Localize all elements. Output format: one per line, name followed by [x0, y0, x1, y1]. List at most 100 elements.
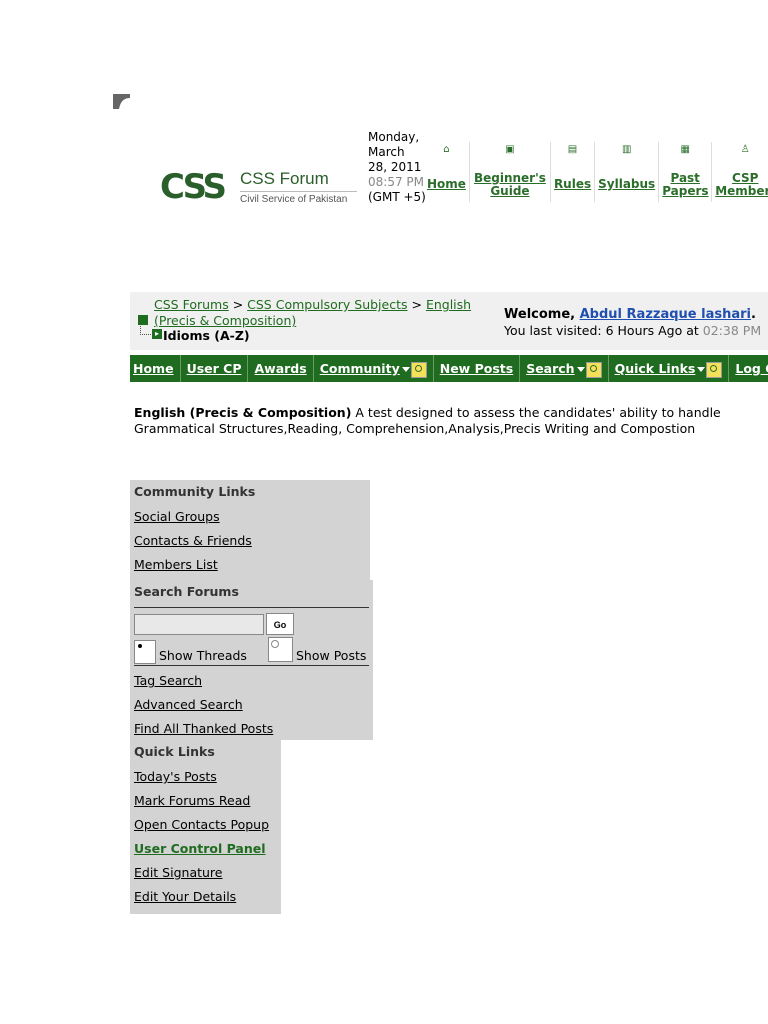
menu-item-todays-posts[interactable]: Today's Posts [130, 764, 281, 788]
breadcrumb-compulsory-link[interactable]: CSS Compulsory Subjects [247, 297, 407, 312]
topnav-beginners-guide-label[interactable]: Beginner's Guide [473, 172, 547, 198]
menu-item-label[interactable]: Edit Signature [134, 865, 222, 880]
menu-item-label[interactable]: Contacts & Friends [134, 533, 252, 548]
menu-item-label[interactable]: Mark Forums Read [134, 793, 250, 808]
menu-item-open-contacts-popup[interactable]: Open Contacts Popup [130, 812, 281, 836]
nav-search[interactable]: Search [520, 355, 609, 382]
nav-community[interactable]: Community [314, 355, 434, 382]
quick-links-menu: Quick Links Today's Posts Mark Forums Re… [130, 740, 281, 914]
tree-connector-icon [140, 326, 151, 335]
forum-name: English (Precis & Composition) [134, 405, 352, 420]
search-forums-heading: Search Forums [134, 584, 239, 599]
divider [134, 607, 369, 608]
current-date: Monday, March 28, 2011 08:57 PM (GMT +5) [368, 130, 426, 205]
welcome-suffix: . [751, 307, 756, 322]
thread-title: Idioms (A-Z) [163, 328, 250, 343]
menu-item-label[interactable]: User Control Panel [134, 841, 266, 856]
topnav-past-papers[interactable]: ▦ Past Papers [659, 142, 713, 202]
top-nav: ⌂ Home ▣ Beginner's Guide ▤ Rules ▥ Syll… [424, 142, 768, 202]
show-threads-label[interactable]: Show Threads [159, 648, 247, 663]
menu-item-label[interactable]: Edit Your Details [134, 889, 236, 904]
menu-item-label[interactable]: Social Groups [134, 509, 220, 524]
welcome-prefix: Welcome, [504, 307, 580, 322]
menu-item-tag-search[interactable]: Tag Search [130, 668, 373, 692]
search-links: Tag Search Advanced Search Find All Than… [130, 668, 373, 740]
menu-item-members-list[interactable]: Members List [130, 552, 370, 576]
logo-name: CSS Forum [240, 169, 329, 188]
forum-bullet-icon [138, 315, 148, 325]
menu-item-label[interactable]: Members List [134, 557, 218, 572]
topnav-past-papers-label[interactable]: Past Papers [662, 172, 708, 198]
menu-item-label[interactable]: Today's Posts [134, 769, 217, 784]
search-mode-options: Show Threads Show Posts [134, 637, 370, 664]
nav-user-cp[interactable]: User CP [181, 355, 249, 382]
main-navbar: Home User CP Awards Community New Posts … [130, 355, 768, 382]
last-visit-time: 02:38 PM [702, 323, 762, 338]
quick-links-heading: Quick Links [134, 744, 215, 759]
nav-new-posts[interactable]: New Posts [434, 355, 521, 382]
nav-quick-links-label: Quick Links [614, 361, 696, 376]
topnav-rules[interactable]: ▤ Rules [551, 142, 596, 202]
menu-item-edit-your-details[interactable]: Edit Your Details [130, 884, 281, 908]
last-visit-line: You last visited: 6 Hours Ago at 02:38 P… [504, 323, 761, 338]
menu-item-label[interactable]: Find All Thanked Posts [134, 721, 273, 736]
nav-home[interactable]: Home [130, 355, 181, 382]
last-visit-prefix: You last visited: 6 Hours Ago at [504, 323, 703, 338]
corner-mark-icon [113, 94, 130, 109]
username-link[interactable]: Abdul Razzaque lashari [580, 307, 751, 322]
dropdown-arrow-icon [401, 367, 410, 372]
divider [134, 665, 369, 666]
time-text: 08:57 PM [368, 175, 424, 189]
nav-awards[interactable]: Awards [248, 355, 314, 382]
show-posts-radio[interactable] [268, 637, 293, 662]
nav-log-out[interactable]: Log Out [729, 355, 768, 382]
topnav-syllabus[interactable]: ▥ Syllabus [595, 142, 660, 202]
topnav-home[interactable]: ⌂ Home [424, 142, 470, 202]
logo-mark: CSS [160, 167, 227, 207]
menu-item-edit-signature[interactable]: Edit Signature [130, 860, 281, 884]
menu-item-label[interactable]: Tag Search [134, 673, 202, 688]
breadcrumb-separator: > [407, 297, 426, 312]
rules-icon: ▤ [567, 144, 578, 155]
welcome-line: Welcome, Abdul Razzaque lashari. [504, 307, 756, 322]
show-threads-radio[interactable] [134, 640, 156, 664]
breadcrumb: CSS Forums > CSS Compulsory Subjects > E… [130, 292, 498, 350]
menu-item-mark-forums-read[interactable]: Mark Forums Read [130, 788, 281, 812]
topnav-csp-members[interactable]: ♙ CSP Members [712, 142, 768, 202]
menu-item-find-thanked-posts[interactable]: Find All Thanked Posts [130, 716, 373, 740]
menu-item-social-groups[interactable]: Social Groups [130, 504, 370, 528]
menu-item-advanced-search[interactable]: Advanced Search [130, 692, 373, 716]
forum-description: English (Precis & Composition) A test de… [134, 405, 768, 437]
menu-item-user-control-panel[interactable]: User Control Panel [130, 836, 281, 860]
topnav-syllabus-label[interactable]: Syllabus [598, 178, 655, 191]
search-menu-icon [410, 361, 427, 378]
topnav-home-label[interactable]: Home [427, 178, 466, 191]
syllabus-icon: ▥ [621, 144, 632, 155]
menu-item-label[interactable]: Advanced Search [134, 697, 243, 712]
search-menu-icon [585, 361, 602, 378]
show-posts-label[interactable]: Show Posts [296, 648, 366, 663]
topnav-beginners-guide[interactable]: ▣ Beginner's Guide [470, 142, 551, 202]
dropdown-arrow-icon [576, 367, 585, 372]
dropdown-arrow-icon [697, 367, 706, 372]
topnav-csp-members-label[interactable]: CSP Members [715, 172, 768, 198]
papers-icon: ▦ [680, 144, 690, 155]
thread-arrow-icon: ▸ [152, 329, 162, 339]
user-icon: ♙ [740, 144, 750, 155]
menu-item-label[interactable]: Open Contacts Popup [134, 817, 269, 832]
site-logo[interactable]: CSS CSS Forum Civil Service of Pakistan [160, 165, 360, 210]
nav-quick-links[interactable]: Quick Links [609, 355, 730, 382]
breadcrumb-trail: CSS Forums > CSS Compulsory Subjects > E… [154, 297, 499, 329]
timezone-text: (GMT +5) [368, 190, 426, 204]
logo-subtitle: Civil Service of Pakistan [240, 191, 357, 205]
breadcrumb-root-link[interactable]: CSS Forums [154, 297, 229, 312]
home-icon: ⌂ [443, 144, 450, 155]
topnav-rules-label[interactable]: Rules [554, 178, 591, 191]
nav-search-label: Search [526, 361, 575, 376]
search-forums-menu: Search Forums Go Show Threads Show Posts… [130, 580, 373, 740]
breadcrumb-separator: > [228, 297, 248, 312]
search-input[interactable] [134, 614, 264, 635]
community-links-heading: Community Links [134, 484, 256, 499]
menu-item-contacts-friends[interactable]: Contacts & Friends [130, 528, 370, 552]
go-button[interactable]: Go [266, 613, 294, 635]
